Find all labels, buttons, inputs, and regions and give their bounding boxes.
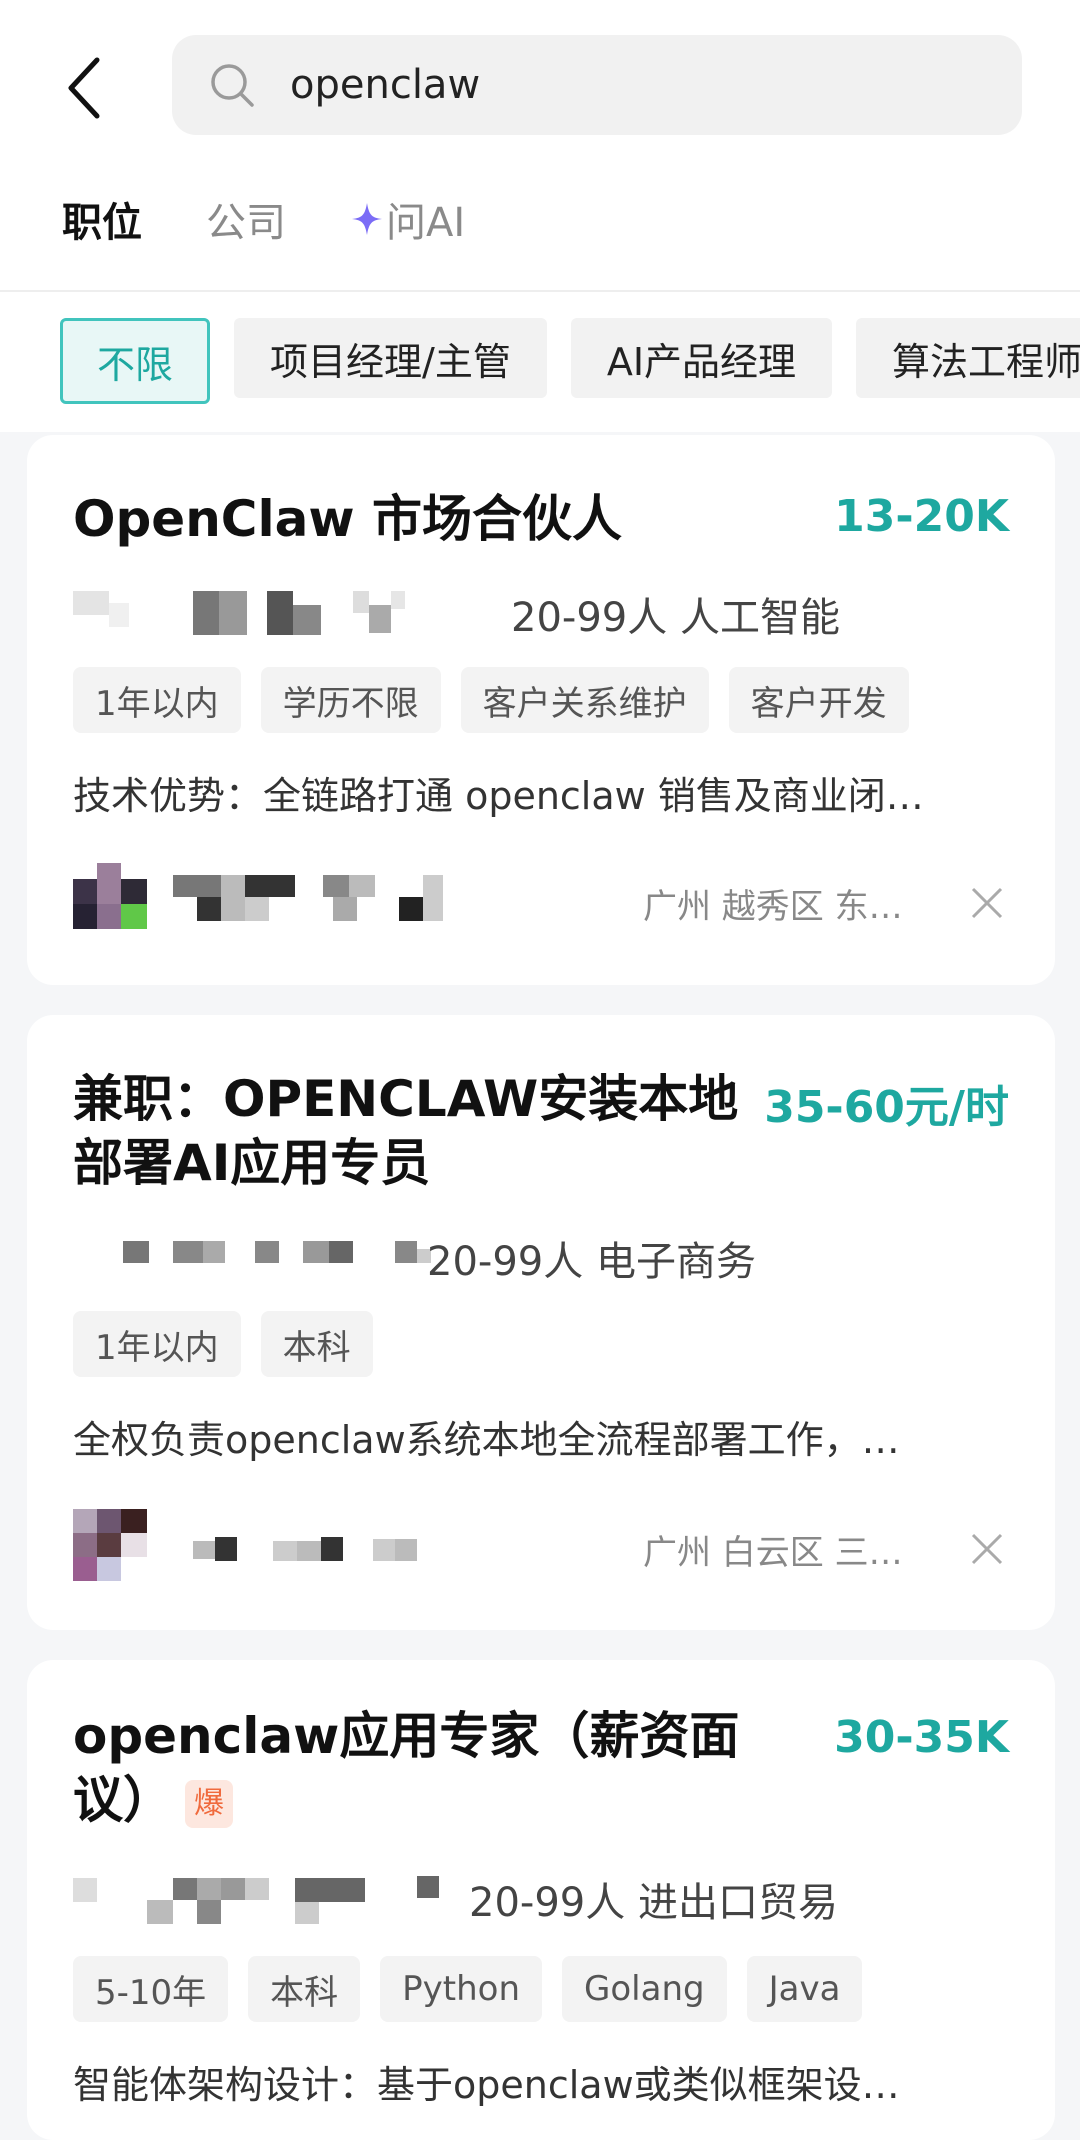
job-card[interactable]: openclaw应用专家（薪资面议）爆 30-35K 20-99人 进出口贸易 … [27,1660,1055,2140]
company-name-redacted [73,587,493,639]
close-icon[interactable] [967,1529,1007,1569]
tab-jobs[interactable]: 职位 [62,190,142,248]
company-meta: 20-99人 人工智能 [511,595,840,641]
recruiter-avatar [73,1509,147,1585]
filter-chip-ai-product-manager[interactable]: AI产品经理 [570,318,833,398]
company-name-redacted [123,1237,443,1271]
job-title-text: openclaw应用专家（薪资面议） [73,1707,740,1829]
job-tag: Golang [562,1956,727,2022]
job-salary: 30-35K [834,1712,1009,1763]
job-tag: 学历不限 [260,667,441,733]
job-tag: 5-10年 [73,1956,229,2022]
job-salary: 35-60元/时 [764,1082,1009,1133]
filter-bar: 不限 项目经理/主管 AI产品经理 算法工程师 [0,290,1080,432]
recruiter-name-redacted [173,875,473,927]
recruiter-name-redacted [193,1535,433,1569]
job-tag: Java [746,1956,863,2022]
job-description: 智能体架构设计：基于openclaw或类似框架设… [73,2063,900,2107]
back-button[interactable] [55,48,115,128]
job-tag: 客户关系维护 [460,667,709,733]
job-title: OpenClaw 市场合伙人 [73,490,622,548]
job-card[interactable]: OpenClaw 市场合伙人 13-20K 20-99人 人工智能 1年以内 学… [27,435,1055,985]
job-title: 兼职：OPENCLAW安装本地部署AI应用专员 [73,1070,739,1192]
job-description: 全权负责openclaw系统本地全流程部署工作，… [73,1418,900,1462]
header: openclaw 职位 公司 问AI [0,0,1080,290]
job-location: 广州 白云区 三… [643,1533,903,1573]
tab-ask-ai[interactable]: 问AI [350,190,465,248]
job-salary: 13-20K [834,491,1009,542]
filter-chip-algorithm-engineer[interactable]: 算法工程师 [856,318,1080,398]
close-icon[interactable] [967,883,1007,923]
company-meta: 20-99人 进出口贸易 [469,1880,838,1926]
job-description: 技术优势：全链路打通 openclaw 销售及商业闭… [73,774,924,818]
search-bar[interactable]: openclaw [172,35,1022,135]
job-tag: 客户开发 [728,667,909,733]
chevron-left-icon [68,57,100,119]
search-input[interactable]: openclaw [290,62,480,108]
job-title: openclaw应用专家（薪资面议）爆 [73,1704,773,1832]
company-name-redacted [73,1874,473,1928]
job-location: 广州 越秀区 东… [643,887,903,927]
sparkle-icon [352,203,382,235]
job-card[interactable]: 兼职：OPENCLAW安装本地部署AI应用专员 35-60元/时 20-99人 … [27,1015,1055,1630]
tab-company[interactable]: 公司 [206,190,286,248]
hot-badge: 爆 [185,1779,233,1828]
recruiter-avatar [73,863,147,933]
search-icon [211,64,254,107]
job-tag: 本科 [260,1311,373,1377]
company-meta: 20-99人 电子商务 [427,1239,756,1285]
filter-chip-unlimited[interactable]: 不限 [60,318,211,404]
tab-ask-ai-label: 问AI [386,200,466,246]
job-tag: 1年以内 [73,667,241,733]
job-tag: Python [380,1956,543,2022]
job-tag: 1年以内 [73,1311,241,1377]
search-tabs: 职位 公司 问AI [62,190,465,248]
job-tag: 本科 [248,1956,361,2022]
filter-chip-project-manager[interactable]: 项目经理/主管 [234,318,547,398]
